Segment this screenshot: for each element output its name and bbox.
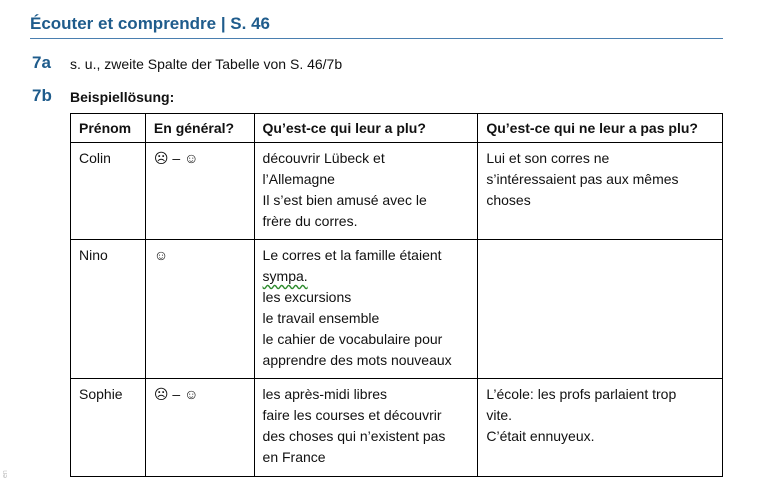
- table-header-row: Prénom En général? Qu’est-ce qui leur a …: [70, 113, 723, 143]
- disliked-line: choses: [486, 192, 531, 208]
- header-prenom: Prénom: [70, 113, 146, 143]
- cell-name: Colin: [70, 142, 146, 240]
- liked-line: l’Allemagne: [262, 171, 335, 187]
- cell-name: Sophie: [70, 378, 146, 477]
- disliked-line: s’intéressaient pas aux mêmes: [486, 171, 679, 187]
- disliked-line: vite.: [486, 407, 513, 423]
- disliked-line: Lui et son corres ne: [486, 150, 610, 166]
- table-row: Sophie ☹ – ☺ les après-midi libres faire…: [70, 378, 723, 477]
- liked-line: Le corres et la famille étaient: [262, 247, 442, 263]
- exercise-7b-number: 7b: [32, 86, 52, 105]
- liked-line: les après-midi libres: [262, 386, 388, 402]
- table-row: Nino ☺ Le corres et la famille étaient s…: [70, 239, 723, 379]
- liked-line: faire les courses et découvrir: [262, 407, 442, 423]
- header-disliked: Qu’est-ce qui ne leur a pas plu?: [477, 113, 723, 143]
- cell-liked: Le corres et la famille étaient sympa. l…: [253, 239, 479, 379]
- cell-name: Nino: [70, 239, 146, 379]
- exercise-7a-text: s. u., zweite Spalte der Tabelle von S. …: [70, 56, 343, 72]
- liked-line-spellcheck: sympa.: [262, 268, 308, 284]
- cell-liked: découvrir Lübeck et l’Allemagne Il s’est…: [253, 142, 479, 240]
- header-liked: Qu’est-ce qui leur a plu?: [253, 113, 479, 143]
- exercise-7a-number: 7a: [32, 53, 51, 72]
- page-title: Écouter et comprendre | S. 46: [30, 14, 271, 33]
- cell-disliked: L’école: les profs parlaient trop vite. …: [477, 378, 723, 477]
- disliked-line: C’était ennuyeux.: [486, 428, 595, 444]
- liked-line: Il s’est bien amusé avec le: [262, 192, 427, 208]
- liked-line: les excursions: [262, 289, 352, 305]
- solution-table: Prénom En général? Qu’est-ce qui leur a …: [70, 113, 723, 477]
- title-divider: [30, 38, 723, 39]
- liked-line: des choses qui n’existent pas: [262, 428, 446, 444]
- liked-line: le travail ensemble: [262, 310, 380, 326]
- header-en-general: En général?: [144, 113, 255, 143]
- cell-mood: ☹ – ☺: [144, 142, 255, 240]
- cell-mood: ☹ – ☺: [144, 378, 255, 477]
- cell-liked: les après-midi libres faire les courses …: [253, 378, 479, 477]
- cell-mood: ☺: [144, 239, 255, 379]
- liked-line: le cahier de vocabulaire pour: [262, 331, 443, 347]
- cell-disliked-empty: [477, 239, 723, 379]
- liked-line: en France: [262, 449, 326, 465]
- liked-line: frère du corres.: [262, 213, 358, 229]
- table-row: Colin ☹ – ☺ découvrir Lübeck et l’Allema…: [70, 142, 723, 240]
- exercise-7b-label: Beispiellösung:: [70, 89, 175, 105]
- disliked-line: L’école: les profs parlaient trop: [486, 386, 677, 402]
- liked-line: apprendre des mots nouveaux: [262, 352, 452, 368]
- cell-disliked: Lui et son corres ne s’intéressaient pas…: [477, 142, 723, 240]
- margin-note: en: [2, 470, 9, 478]
- liked-line: découvrir Lübeck et: [262, 150, 385, 166]
